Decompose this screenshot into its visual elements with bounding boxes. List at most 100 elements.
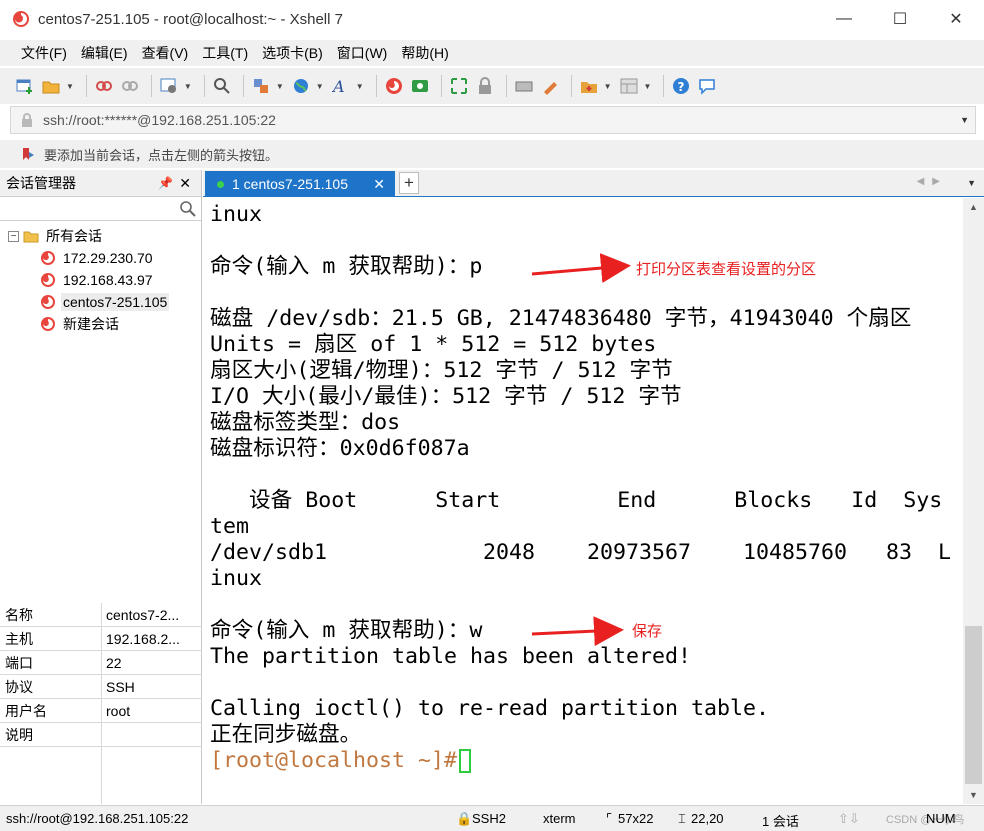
chevron-down-icon[interactable]: ▼ bbox=[356, 82, 364, 91]
property-key: 用户名 bbox=[0, 699, 102, 722]
pin-icon[interactable]: 📌 bbox=[158, 176, 173, 190]
address-input[interactable]: ssh://root:******@192.168.251.105:22 bbox=[43, 112, 276, 128]
terminal-line: 磁盘标识符：0x0d6f087a bbox=[210, 436, 470, 461]
session-search-input[interactable] bbox=[0, 197, 201, 221]
terminal-scrollbar[interactable]: ▲ ▼ bbox=[963, 198, 984, 804]
new-tab-button[interactable]: + bbox=[399, 172, 419, 194]
menu-window[interactable]: 窗口(W) bbox=[330, 43, 395, 63]
session-nav-arrows[interactable]: ⇧⇩ bbox=[838, 811, 860, 827]
chevron-down-icon[interactable]: ▼ bbox=[967, 178, 976, 188]
tree-label: 172.29.230.70 bbox=[63, 250, 153, 266]
bookmark-arrow-icon[interactable] bbox=[20, 146, 36, 162]
svg-text:A: A bbox=[332, 77, 345, 95]
chevron-down-icon[interactable]: ▼ bbox=[184, 82, 192, 91]
status-protocol: SSH2 bbox=[472, 811, 506, 826]
search-icon[interactable] bbox=[179, 200, 197, 218]
tab-scroll-arrows[interactable]: ◀▶ bbox=[917, 176, 948, 187]
tree-root-all-sessions[interactable]: − 所有会话 bbox=[0, 225, 201, 247]
tab-session[interactable]: 1 centos7-251.105 ✕ bbox=[205, 171, 395, 197]
globe-icon[interactable] bbox=[290, 75, 312, 97]
new-session-icon[interactable] bbox=[14, 75, 36, 97]
keyboard-icon[interactable] bbox=[513, 75, 535, 97]
scroll-up-icon[interactable]: ▲ bbox=[969, 202, 978, 212]
tree-label: centos7-251.105 bbox=[61, 293, 170, 311]
tree-item-session[interactable]: 192.168.43.97 bbox=[0, 269, 201, 291]
property-row: 说明 bbox=[0, 723, 202, 747]
status-numlock: NUM bbox=[926, 811, 956, 826]
property-row: 用户名 root bbox=[0, 699, 202, 723]
toolbar-divider bbox=[85, 75, 87, 97]
terminal-line: 磁盘标签类型：dos bbox=[210, 410, 401, 435]
terminal-line: inux bbox=[210, 566, 263, 591]
title-bar: centos7-251.105 - root@localhost:~ - Xsh… bbox=[0, 0, 984, 38]
menu-tab[interactable]: 选项卡(B) bbox=[255, 43, 330, 63]
scroll-down-icon[interactable]: ▼ bbox=[969, 790, 978, 800]
layout-icon[interactable] bbox=[618, 75, 640, 97]
menu-tools[interactable]: 工具(T) bbox=[195, 43, 255, 63]
tree-item-session[interactable]: 172.29.230.70 bbox=[0, 247, 201, 269]
collapse-icon[interactable]: − bbox=[8, 230, 19, 242]
shell-prompt: [root@localhost ~]# bbox=[210, 748, 458, 773]
lock-icon bbox=[22, 113, 32, 127]
chevron-down-icon[interactable]: ▼ bbox=[960, 115, 969, 125]
menu-help[interactable]: 帮助(H) bbox=[394, 43, 455, 63]
terminal-line: 命令(输入 m 获取帮助)：w bbox=[210, 618, 483, 643]
menu-file[interactable]: 文件(F) bbox=[14, 43, 74, 63]
fullscreen-icon[interactable] bbox=[448, 75, 470, 97]
chevron-down-icon[interactable]: ▼ bbox=[276, 82, 284, 91]
disconnect-icon[interactable] bbox=[119, 75, 141, 97]
chevron-down-icon[interactable]: ▼ bbox=[66, 82, 74, 91]
address-bar[interactable]: ssh://root:******@192.168.251.105:22 ▼ bbox=[10, 106, 976, 134]
tab-close-icon[interactable]: ✕ bbox=[373, 176, 385, 193]
property-value: 192.168.2... bbox=[106, 630, 180, 647]
property-row: 名称 centos7-2... bbox=[0, 603, 202, 627]
status-bar: ssh://root@192.168.251.105:22 🔒 SSH2 xte… bbox=[0, 805, 984, 831]
open-folder-icon[interactable] bbox=[40, 75, 62, 97]
help-icon[interactable]: ? bbox=[670, 75, 692, 97]
tab-label: 1 centos7-251.105 bbox=[232, 176, 348, 192]
chevron-down-icon[interactable]: ▼ bbox=[644, 82, 652, 91]
terminal-line: The partition table has been altered! bbox=[210, 644, 692, 669]
terminal-prompt-line: [root@localhost ~]# bbox=[210, 748, 951, 774]
terminal-line: 正在同步磁盘。 bbox=[210, 722, 362, 747]
highlight-icon[interactable] bbox=[539, 75, 561, 97]
connected-status-icon bbox=[217, 180, 224, 188]
terminal-line: 磁盘 /dev/sdb：21.5 GB, 21474836480 字节，4194… bbox=[210, 306, 912, 331]
tree-item-session-selected[interactable]: centos7-251.105 bbox=[0, 291, 201, 313]
property-key: 名称 bbox=[0, 603, 102, 626]
transfer-icon[interactable] bbox=[250, 75, 272, 97]
chat-icon[interactable] bbox=[696, 75, 718, 97]
menu-view[interactable]: 查看(V) bbox=[135, 43, 196, 63]
property-key: 端口 bbox=[0, 651, 102, 674]
scrollbar-thumb[interactable] bbox=[965, 626, 982, 784]
properties-icon[interactable] bbox=[158, 75, 180, 97]
chevron-down-icon[interactable]: ▼ bbox=[316, 82, 324, 91]
property-row: 端口 22 bbox=[0, 651, 202, 675]
connect-icon[interactable] bbox=[93, 75, 115, 97]
menu-edit[interactable]: 编辑(E) bbox=[74, 43, 135, 63]
property-value bbox=[102, 723, 202, 746]
tree-item-session[interactable]: 新建会话 bbox=[0, 313, 201, 335]
chevron-down-icon[interactable]: ▼ bbox=[604, 82, 612, 91]
terminal[interactable]: inux 命令(输入 m 获取帮助)：p 磁盘 /dev/sdb：21.5 GB, … bbox=[203, 198, 963, 804]
status-terminal-type: xterm bbox=[543, 811, 576, 826]
property-key: 主机 bbox=[0, 627, 102, 650]
close-icon[interactable]: ✕ bbox=[179, 175, 191, 192]
search-icon[interactable] bbox=[211, 75, 233, 97]
tree-label: 新建会话 bbox=[63, 316, 119, 332]
xftp-icon[interactable] bbox=[409, 75, 431, 97]
close-button[interactable]: ✕ bbox=[928, 0, 984, 38]
session-icon bbox=[40, 316, 56, 332]
session-manager-header: 会话管理器 📌 ✕ bbox=[0, 170, 201, 197]
minimize-button[interactable]: — bbox=[816, 0, 872, 38]
session-icon bbox=[40, 250, 56, 266]
new-folder-icon[interactable] bbox=[578, 75, 600, 97]
lock-icon[interactable] bbox=[474, 75, 496, 97]
toolbar-divider bbox=[440, 75, 442, 97]
lock-icon: 🔒 bbox=[456, 811, 473, 826]
maximize-button[interactable]: ☐ bbox=[872, 0, 928, 38]
xshell-icon[interactable] bbox=[383, 75, 405, 97]
font-icon[interactable]: A bbox=[330, 75, 352, 97]
terminal-line: Calling ioctl() to re-read partition tab… bbox=[210, 696, 770, 721]
